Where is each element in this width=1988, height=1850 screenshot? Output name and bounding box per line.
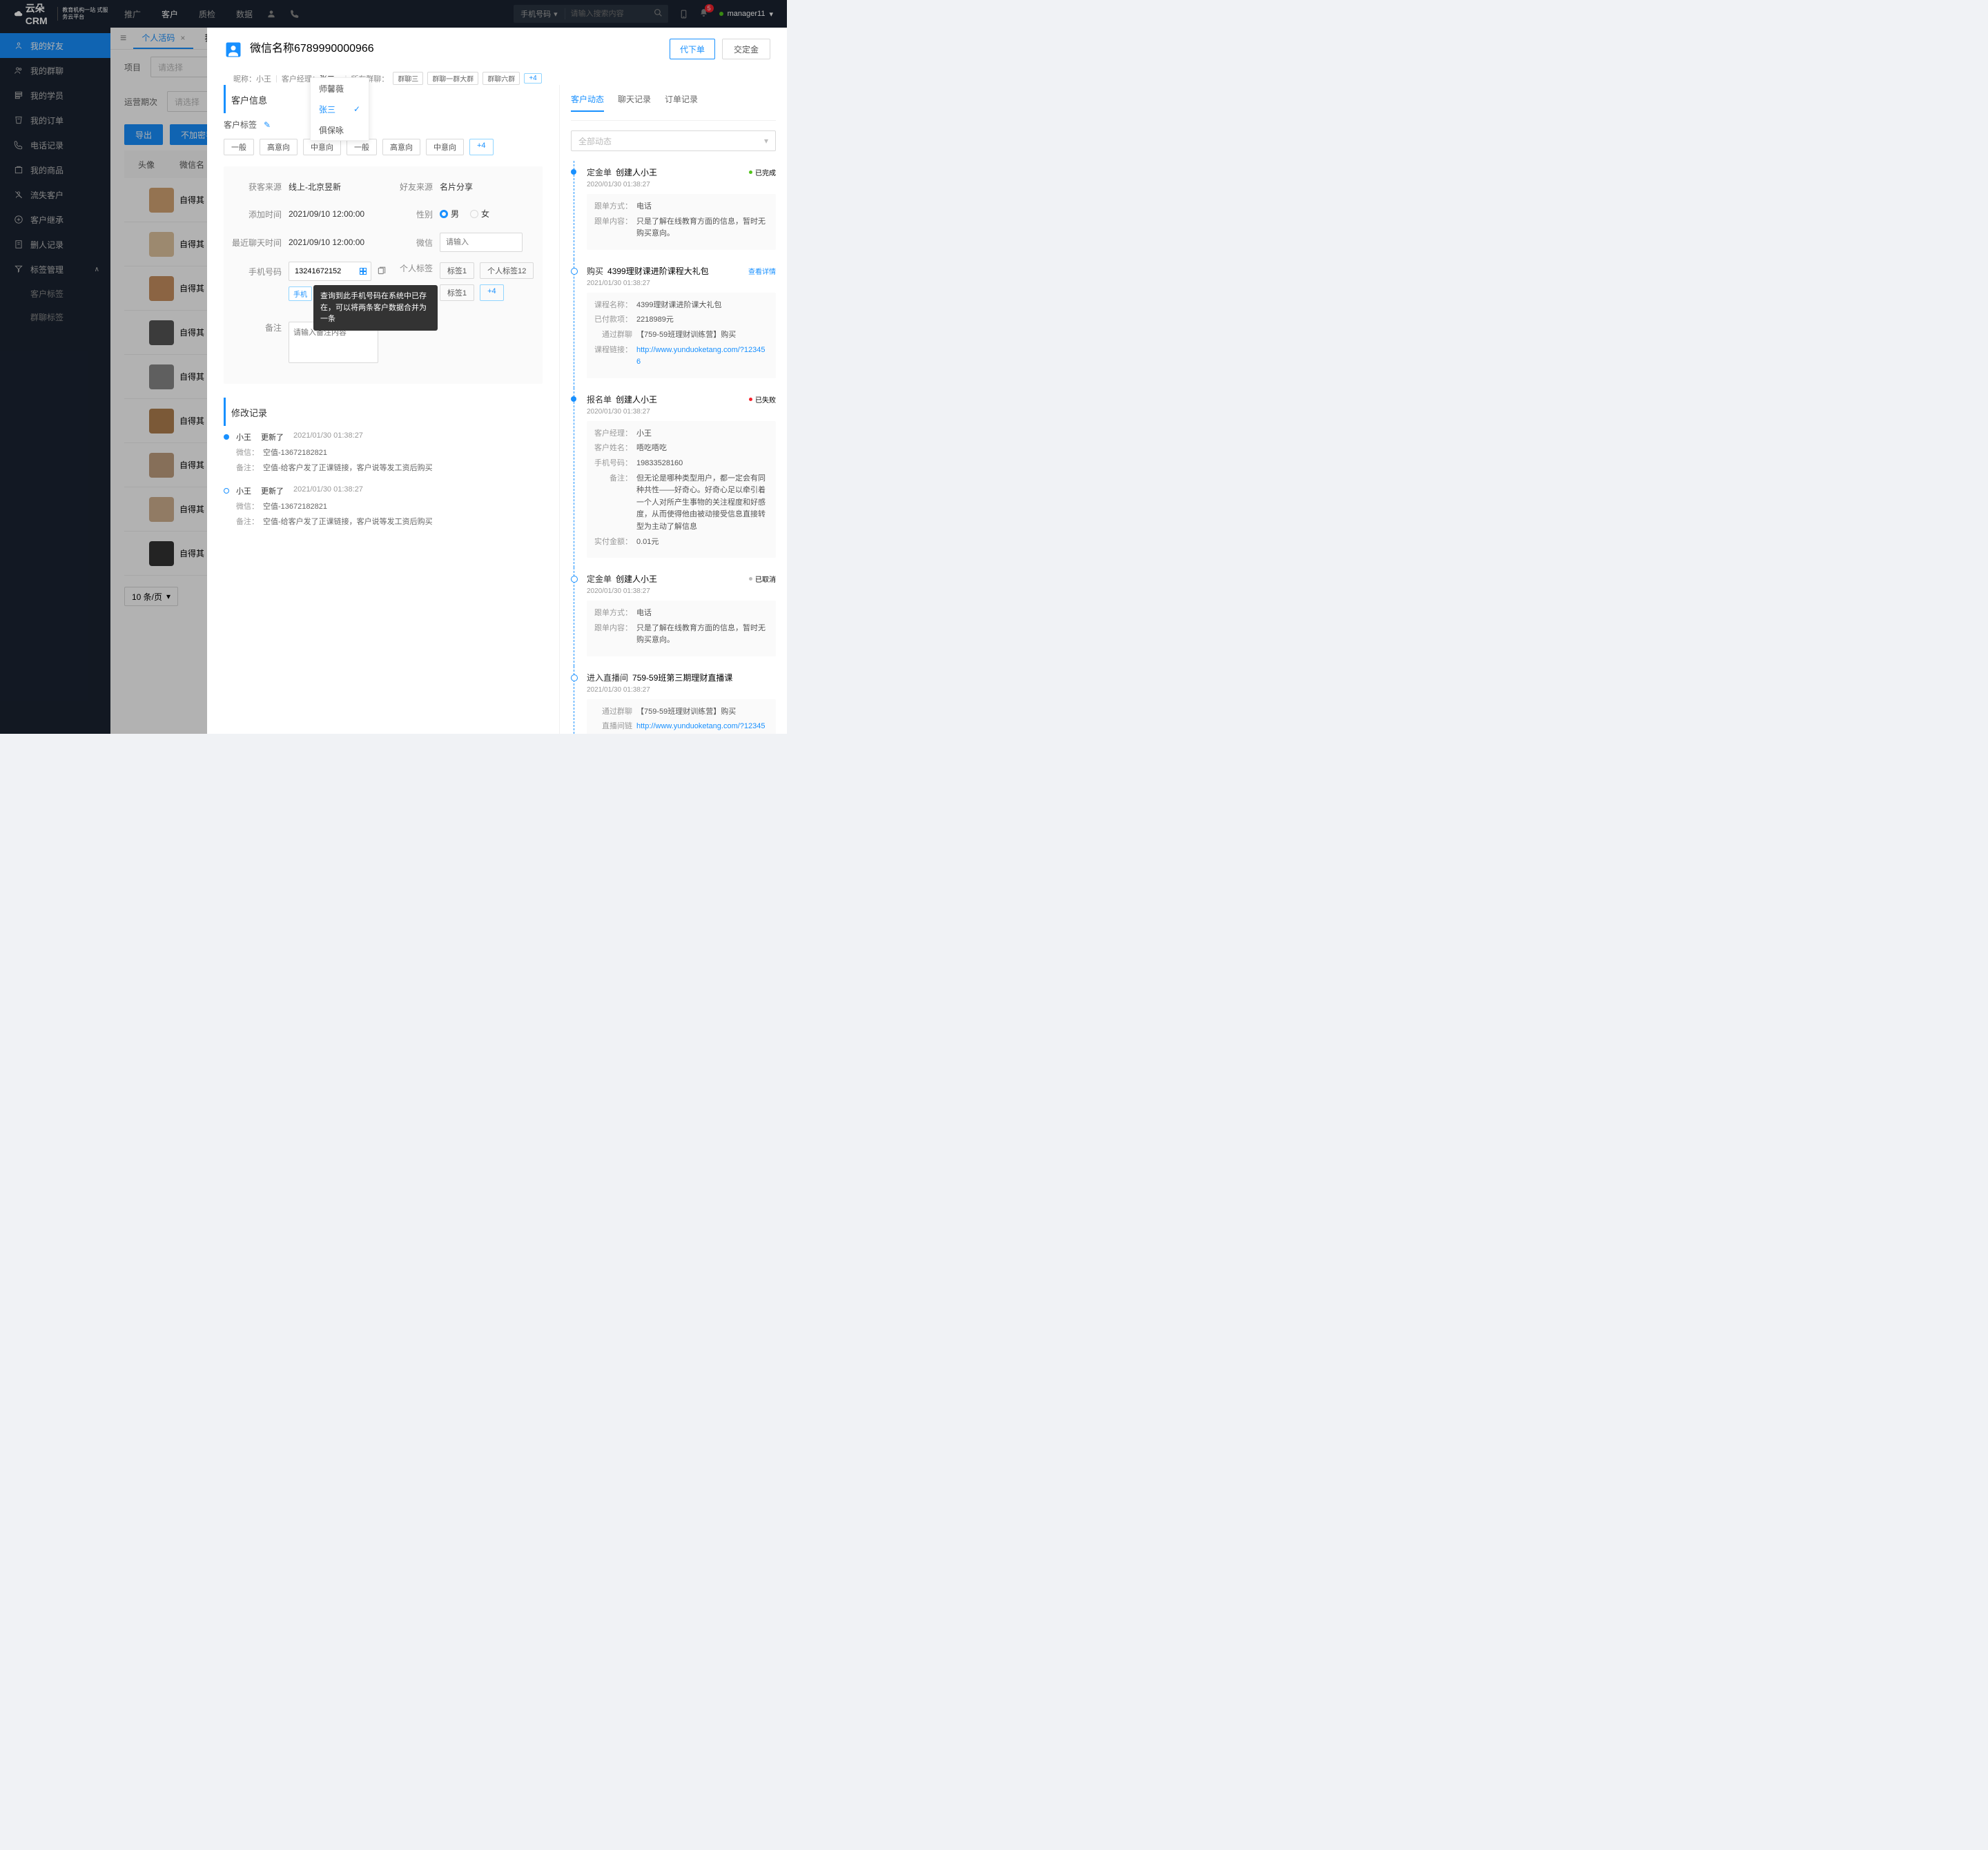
personal-tag: 标签1: [440, 262, 474, 279]
link[interactable]: http://www.yunduoketang.com/?123456: [636, 344, 769, 369]
customer-drawer: 微信名称6789990000966 代下单 交定金 昵称：小王|客户经理：张三 …: [207, 28, 787, 734]
personal-tag: 标签1: [440, 284, 474, 301]
activity-filter-select[interactable]: 全部动态▾: [571, 130, 776, 151]
timeline-item: 定金单创建人小王已取消2020/01/30 01:38:27跟单方式：电话跟单内…: [574, 567, 776, 666]
activity-tab[interactable]: 客户动态: [571, 93, 604, 112]
phone-btn[interactable]: 手机: [289, 286, 312, 301]
tag-label: 客户标签: [224, 119, 257, 130]
dropdown-item[interactable]: 张三✓: [311, 99, 369, 119]
info-add-time: 2021/09/10 12:00:00: [289, 209, 383, 219]
phone-lookup-icon[interactable]: [359, 267, 367, 275]
deposit-button[interactable]: 交定金: [722, 39, 770, 59]
customer-tag: 中意向: [426, 139, 464, 155]
customer-tag: 高意向: [382, 139, 420, 155]
log-item: 小王更新了2021/01/30 01:38:27微信：空值-1367218282…: [224, 431, 543, 473]
radio-female[interactable]: 女: [470, 208, 489, 220]
wechat-input[interactable]: [440, 233, 523, 252]
view-detail-link[interactable]: 查看详情: [748, 266, 776, 276]
edit-tags-icon[interactable]: ✎: [264, 120, 271, 130]
info-source: 线上-北京昱新: [289, 181, 383, 193]
link[interactable]: http://www.yunduoketang.com/?123456: [636, 721, 769, 734]
timeline-item: 购买4399理财课进阶课程大礼包查看详情2021/01/30 01:38:27课…: [574, 260, 776, 388]
activity-tab[interactable]: 订单记录: [665, 93, 698, 112]
section-mod-log: 修改记录: [224, 398, 543, 426]
phone-tooltip: 查询到此手机号码在系统中已存在，可以将两条客户数据合并为一条: [313, 285, 438, 331]
radio-male[interactable]: 男: [440, 208, 459, 220]
tag-more[interactable]: +4: [469, 139, 494, 155]
log-item: 小王更新了2021/01/30 01:38:27微信：空值-1367218282…: [224, 485, 543, 527]
timeline-item: 进入直播间759-59班第三期理财直播课2021/01/30 01:38:27通…: [574, 666, 776, 734]
timeline-item: 报名单创建人小王已失败2020/01/30 01:38:27客户经理：小王客户姓…: [574, 388, 776, 567]
info-friend-source: 名片分享: [440, 181, 534, 193]
timeline-item: 定金单创建人小王已完成2020/01/30 01:38:27跟单方式：电话跟单内…: [574, 161, 776, 260]
order-button[interactable]: 代下单: [670, 39, 715, 59]
customer-tag: 高意向: [260, 139, 298, 155]
customer-tag: 一般: [347, 139, 377, 155]
manager-dropdown: 师馨薇张三✓俱保咏: [310, 77, 369, 141]
personal-tag: 个人标签12: [480, 262, 534, 279]
customer-tag: 中意向: [303, 139, 341, 155]
customer-tag: 一般: [224, 139, 254, 155]
dropdown-item[interactable]: 师馨薇: [311, 78, 369, 99]
drawer-title: 微信名称6789990000966: [250, 39, 374, 55]
dropdown-item[interactable]: 俱保咏: [311, 119, 369, 140]
section-customer-info: 客户信息: [224, 85, 543, 113]
ptag-more[interactable]: +4: [480, 284, 504, 301]
customer-icon: [224, 40, 243, 59]
info-last-chat: 2021/09/10 12:00:00: [289, 237, 383, 247]
activity-tab[interactable]: 聊天记录: [618, 93, 651, 112]
info-gender: 男女: [440, 208, 534, 220]
